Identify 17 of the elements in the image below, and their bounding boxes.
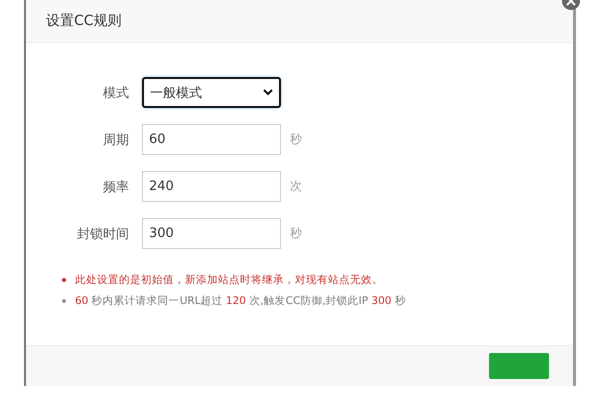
mode-select[interactable]: 一般模式 [142, 77, 281, 108]
bullet-icon [62, 278, 66, 282]
bullet-icon [62, 299, 66, 303]
note-text: 60 秒内累计请求同一URL超过 120 次,触发CC防御,封锁此IP 300 秒 [75, 294, 406, 308]
field-label: 封锁时间 [76, 226, 130, 242]
unit-label: 秒 [290, 225, 302, 242]
field-label: 频率 [102, 178, 130, 196]
input-field[interactable]: 60 [142, 124, 281, 155]
dialog-title: 设置CC规则 [46, 12, 122, 30]
input-field[interactable]: 240 [142, 171, 281, 202]
chevron-down-icon [263, 89, 273, 96]
note-text: 此处设置的是初始值，新添加站点时将继承，对现有站点无效。 [75, 273, 383, 287]
field-label: 模式 [102, 84, 130, 102]
unit-label: 秒 [290, 131, 302, 148]
field-label: 周期 [102, 132, 130, 148]
unit-label: 次 [290, 178, 302, 195]
input-field[interactable]: 300 [142, 218, 281, 249]
